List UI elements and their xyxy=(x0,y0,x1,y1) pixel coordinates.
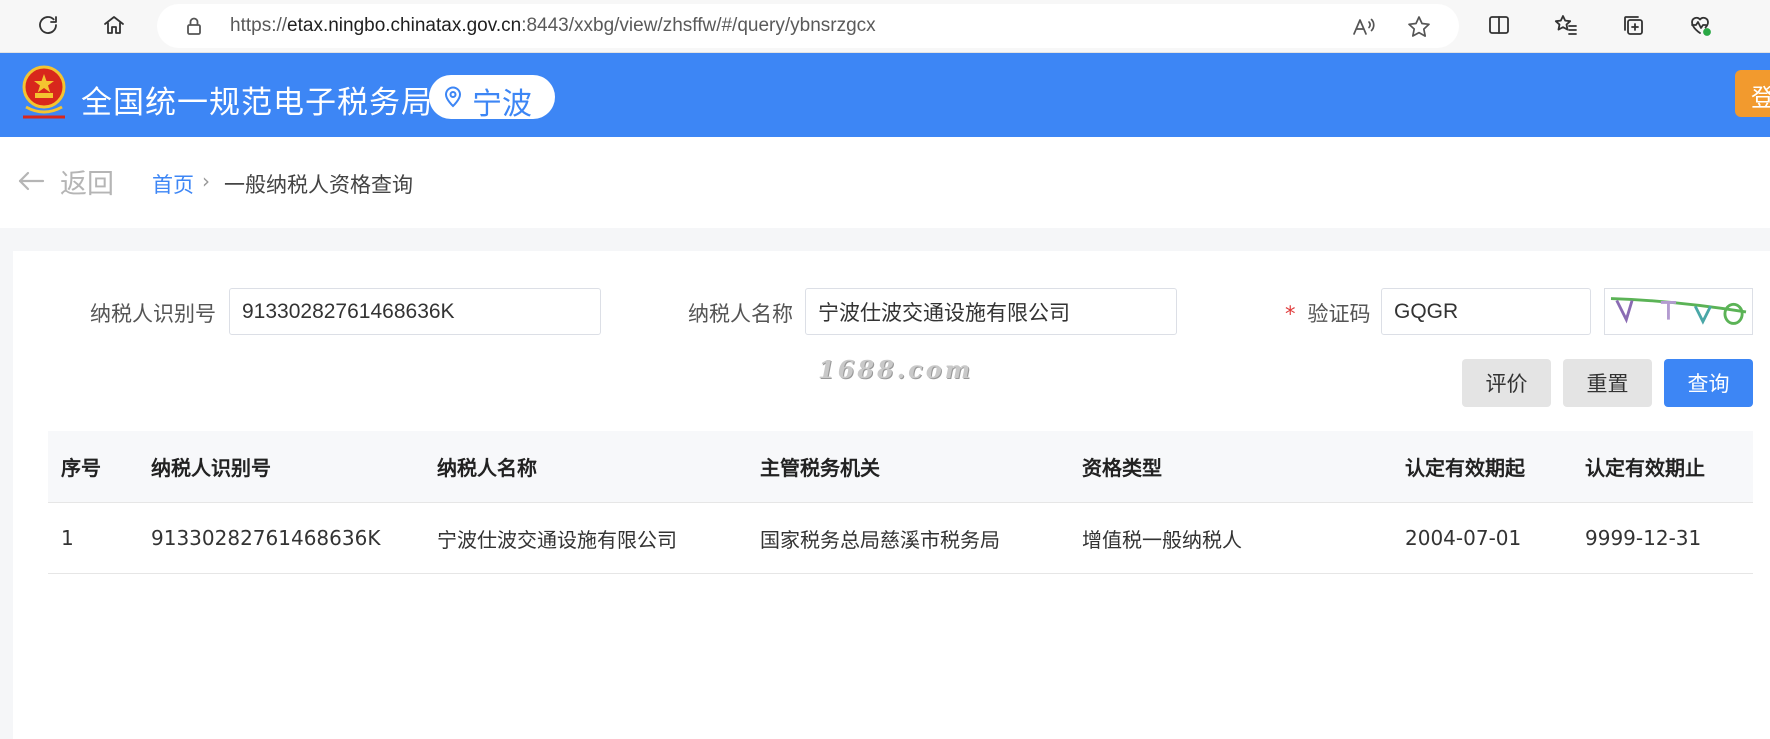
required-mark: * xyxy=(1285,302,1296,326)
breadcrumb-separator: › xyxy=(202,169,210,193)
browser-toolbar: https://etax.ningbo.chinatax.gov.cn:8443… xyxy=(0,0,1770,53)
header-cell: 序号 xyxy=(61,456,101,480)
url-path: :8443/xxbg/view/zhsffw/#/query/ybnsrzgcx xyxy=(521,15,876,36)
url-prefix: https:// xyxy=(230,15,288,36)
captcha-input[interactable] xyxy=(1381,288,1591,335)
row-valid-from: 2004-07-01 xyxy=(1405,526,1522,550)
home-icon[interactable] xyxy=(97,8,131,42)
row-tax-authority: 国家税务总局慈溪市税务局 xyxy=(760,527,1000,552)
breadcrumb: 返回 首页 › 一般纳税人资格查询 xyxy=(0,137,1770,228)
favorites-list-icon[interactable] xyxy=(1549,8,1583,42)
reset-button[interactable]: 重置 xyxy=(1563,359,1652,407)
row-taxpayer-id: 91330282761468636K xyxy=(151,526,381,550)
table-header: 序号 纳税人识别号 纳税人名称 主管税务机关 资格类型 认定有效期起 认定有效期… xyxy=(48,431,1753,503)
captcha-image[interactable] xyxy=(1604,288,1753,335)
header-cell: 纳税人识别号 xyxy=(151,456,271,480)
city-selector[interactable]: 宁波 xyxy=(429,75,555,122)
query-button[interactable]: 查询 xyxy=(1664,359,1753,407)
site-title: 全国统一规范电子税务局 xyxy=(81,85,433,121)
header-cell: 主管税务机关 xyxy=(760,456,880,480)
breadcrumb-current: 一般纳税人资格查询 xyxy=(224,173,413,197)
arrow-left-icon xyxy=(18,171,45,191)
read-aloud-icon[interactable] xyxy=(1350,14,1376,40)
back-label: 返回 xyxy=(60,168,114,200)
row-taxpayer-name: 宁波仕波交通设施有限公司 xyxy=(437,527,677,552)
split-screen-icon[interactable] xyxy=(1482,8,1516,42)
national-emblem-logo xyxy=(20,65,68,123)
row-qualification-type: 增值税一般纳税人 xyxy=(1082,527,1242,552)
url-text[interactable]: https://etax.ningbo.chinatax.gov.cn:8443… xyxy=(230,15,876,37)
location-pin-icon xyxy=(443,86,463,108)
login-button[interactable]: 登录 xyxy=(1735,70,1770,117)
browser-essentials-icon[interactable] xyxy=(1683,8,1717,42)
back-button[interactable]: 返回 xyxy=(16,161,114,201)
captcha-label-text: 验证码 xyxy=(1307,302,1371,326)
lock-icon[interactable] xyxy=(183,15,205,37)
captcha-label: * 验证码 xyxy=(1285,298,1371,328)
refresh-icon[interactable] xyxy=(31,8,65,42)
collections-icon[interactable] xyxy=(1616,8,1650,42)
address-bar[interactable]: https://etax.ningbo.chinatax.gov.cn:8443… xyxy=(157,4,1459,48)
header-cell: 认定有效期起 xyxy=(1405,456,1525,480)
url-host: etax.ningbo.chinatax.gov.cn xyxy=(287,15,522,36)
evaluate-button[interactable]: 评价 xyxy=(1462,359,1551,407)
header-cell: 认定有效期止 xyxy=(1585,456,1705,480)
breadcrumb-home-link[interactable]: 首页 xyxy=(152,169,194,199)
row-valid-to: 9999-12-31 xyxy=(1585,526,1702,550)
taxpayer-name-input[interactable] xyxy=(805,288,1177,335)
taxpayer-id-input[interactable] xyxy=(229,288,601,335)
header-cell: 资格类型 xyxy=(1082,456,1162,480)
taxpayer-name-label: 纳税人名称 xyxy=(688,302,793,326)
row-index: 1 xyxy=(61,526,74,550)
taxpayer-id-label: 纳税人识别号 xyxy=(90,302,216,326)
table-row: 1 91330282761468636K 宁波仕波交通设施有限公司 国家税务总局… xyxy=(48,503,1753,574)
favorite-star-icon[interactable] xyxy=(1406,14,1432,40)
header-cell: 纳税人名称 xyxy=(437,456,537,480)
city-name: 宁波 xyxy=(472,87,532,122)
site-header: 全国统一规范电子税务局 宁波 登录 xyxy=(0,53,1770,137)
watermark-text: 1688.com xyxy=(818,355,974,384)
